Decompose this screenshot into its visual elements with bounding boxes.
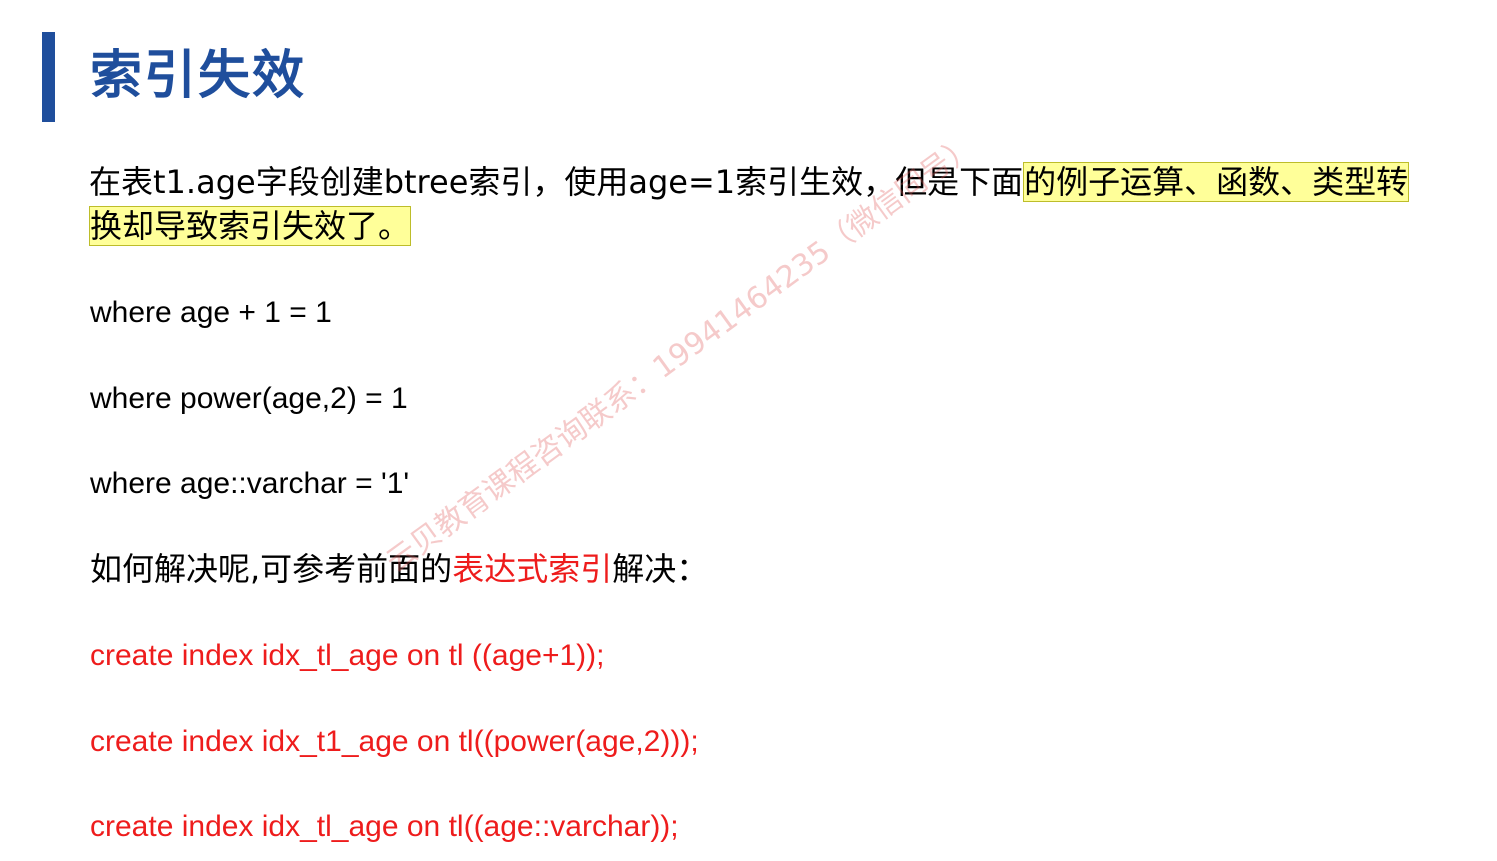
expression-index-link: 表达式索引 [452, 550, 613, 588]
example-cast-varchar: where age::varchar = '1' [90, 467, 410, 500]
example-age-plus-one: where age + 1 = 1 [90, 296, 332, 329]
code-create-index-power: create index idx_t1_age on tl((power(age… [90, 725, 699, 758]
example-power: where power(age,2) = 1 [90, 382, 408, 415]
intro-text: 在表t1.age字段创建btree索引，使用age=1索引生效，但是下面 [89, 163, 1024, 201]
slide-title: 索引失效 [90, 45, 307, 106]
intro-paragraph: 在表t1.age字段创建btree索引，使用age=1索引生效，但是下面的例子运… [89, 160, 1424, 248]
solution-suffix: 解决： [612, 550, 709, 588]
code-create-index-plus-one: create index idx_tl_age on tl ((age+1)); [90, 639, 605, 672]
solution-prefix: 如何解决呢,可参考前面的 [90, 550, 453, 588]
code-create-index-varchar: create index idx_tl_age on tl((age::varc… [90, 810, 679, 843]
title-accent-bar [42, 32, 55, 122]
solution-line: 如何解决呢,可参考前面的表达式索引解决： [90, 549, 708, 589]
